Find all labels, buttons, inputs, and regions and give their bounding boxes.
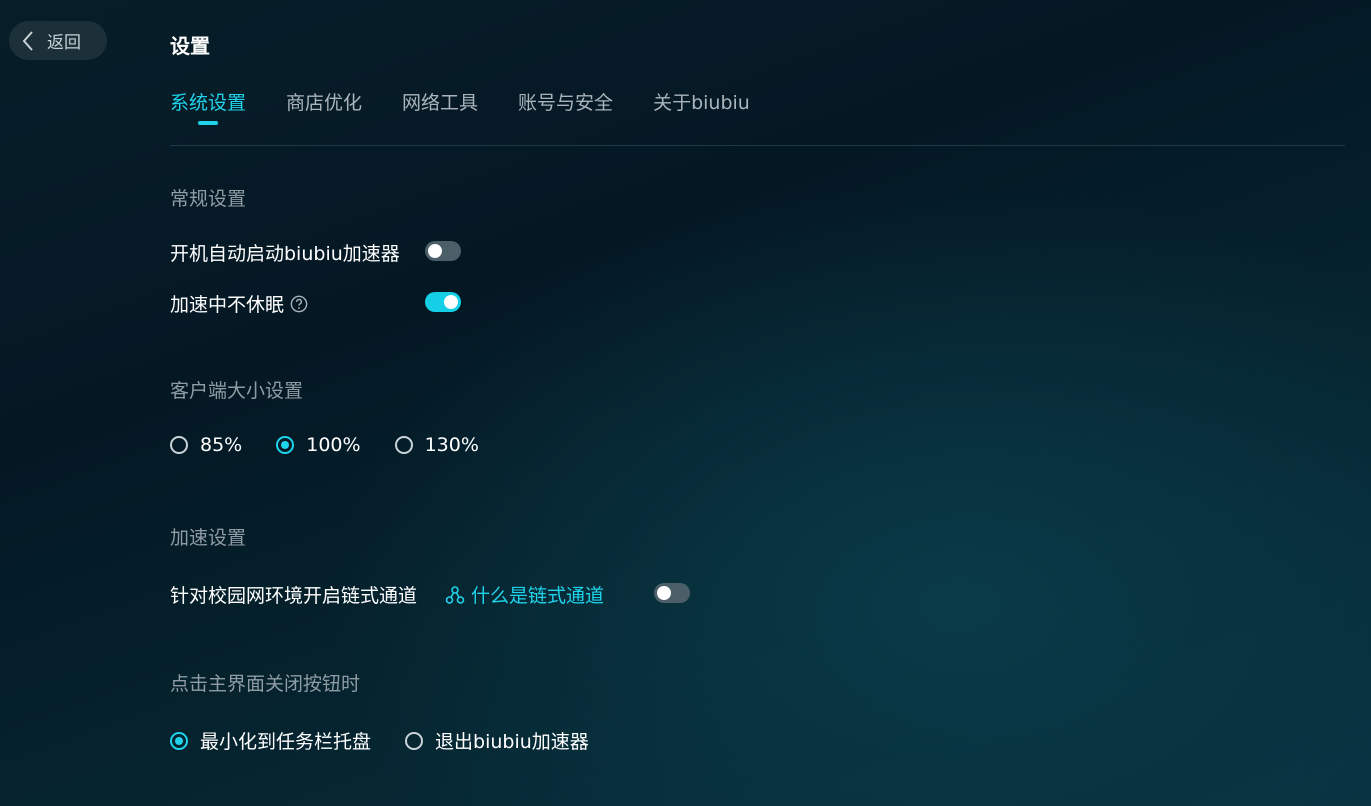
client-size-radio-group: 85% 100% 130% (170, 434, 479, 456)
tab-network-tools[interactable]: 网络工具 (402, 88, 478, 125)
page-title: 设置 (170, 34, 210, 58)
close-behavior-radio-group: 最小化到任务栏托盘 退出biubiu加速器 (170, 727, 589, 754)
toggle-knob (428, 244, 442, 258)
chain-help-link[interactable]: 什么是链式通道 (445, 581, 604, 608)
chain-link-text: 什么是链式通道 (471, 585, 605, 607)
section-title-close-behavior: 点击主界面关闭按钮时 (170, 673, 361, 695)
tab-about[interactable]: 关于biubiu (653, 88, 750, 125)
settings-tabs: 系统设置 商店优化 网络工具 账号与安全 关于biubiu (170, 88, 790, 125)
tab-store-optimization[interactable]: 商店优化 (286, 88, 362, 125)
back-label: 返回 (47, 33, 81, 53)
tab-system-settings[interactable]: 系统设置 (170, 88, 246, 125)
section-title-general: 常规设置 (170, 188, 247, 210)
question-circle-icon[interactable] (290, 295, 308, 313)
close-option-minimize[interactable]: 最小化到任务栏托盘 (170, 727, 371, 754)
chevron-left-icon (22, 30, 33, 51)
toggle-knob (444, 295, 458, 309)
radio-button-selected (170, 731, 188, 750)
toggle-knob (657, 586, 671, 600)
tab-account-security[interactable]: 账号与安全 (518, 88, 613, 125)
tab-active-indicator (198, 121, 218, 125)
tab-label: 账号与安全 (518, 92, 614, 114)
close-option-exit[interactable]: 退出biubiu加速器 (405, 727, 589, 754)
chain-row: 针对校园网环境开启链式通道 什么是链式通道 (170, 581, 604, 608)
size-option-130[interactable]: 130% (394, 434, 479, 456)
tabs-divider (170, 145, 1345, 146)
chain-label: 针对校园网环境开启链式通道 (170, 585, 418, 607)
size-option-85[interactable]: 85% (170, 434, 242, 456)
radio-button (394, 436, 413, 454)
radio-button-selected (276, 436, 295, 454)
no-sleep-label: 加速中不休眠 (170, 294, 285, 316)
autostart-row: 开机自动启动biubiu加速器 (170, 239, 400, 266)
autostart-toggle[interactable] (425, 241, 461, 261)
close-option-label: 退出biubiu加速器 (435, 731, 589, 753)
radio-button (170, 436, 188, 454)
chain-nodes-icon (445, 585, 465, 604)
size-option-100[interactable]: 100% (276, 434, 361, 456)
tab-label: 关于biubiu (653, 92, 750, 114)
tab-label: 商店优化 (286, 92, 363, 114)
section-title-client-size: 客户端大小设置 (170, 380, 304, 402)
tab-label: 网络工具 (402, 92, 479, 114)
size-option-label: 130% (424, 434, 479, 456)
close-option-label: 最小化到任务栏托盘 (200, 731, 372, 753)
tab-label: 系统设置 (170, 92, 247, 114)
back-button[interactable]: 返回 (9, 21, 107, 60)
autostart-label: 开机自动启动biubiu加速器 (170, 243, 400, 265)
no-sleep-toggle[interactable] (425, 292, 461, 312)
radio-button (405, 731, 424, 750)
size-option-label: 85% (200, 434, 243, 456)
chain-toggle[interactable] (654, 583, 690, 603)
section-title-acceleration: 加速设置 (170, 527, 247, 549)
size-option-label: 100% (306, 434, 361, 456)
no-sleep-row: 加速中不休眠 (170, 290, 308, 317)
